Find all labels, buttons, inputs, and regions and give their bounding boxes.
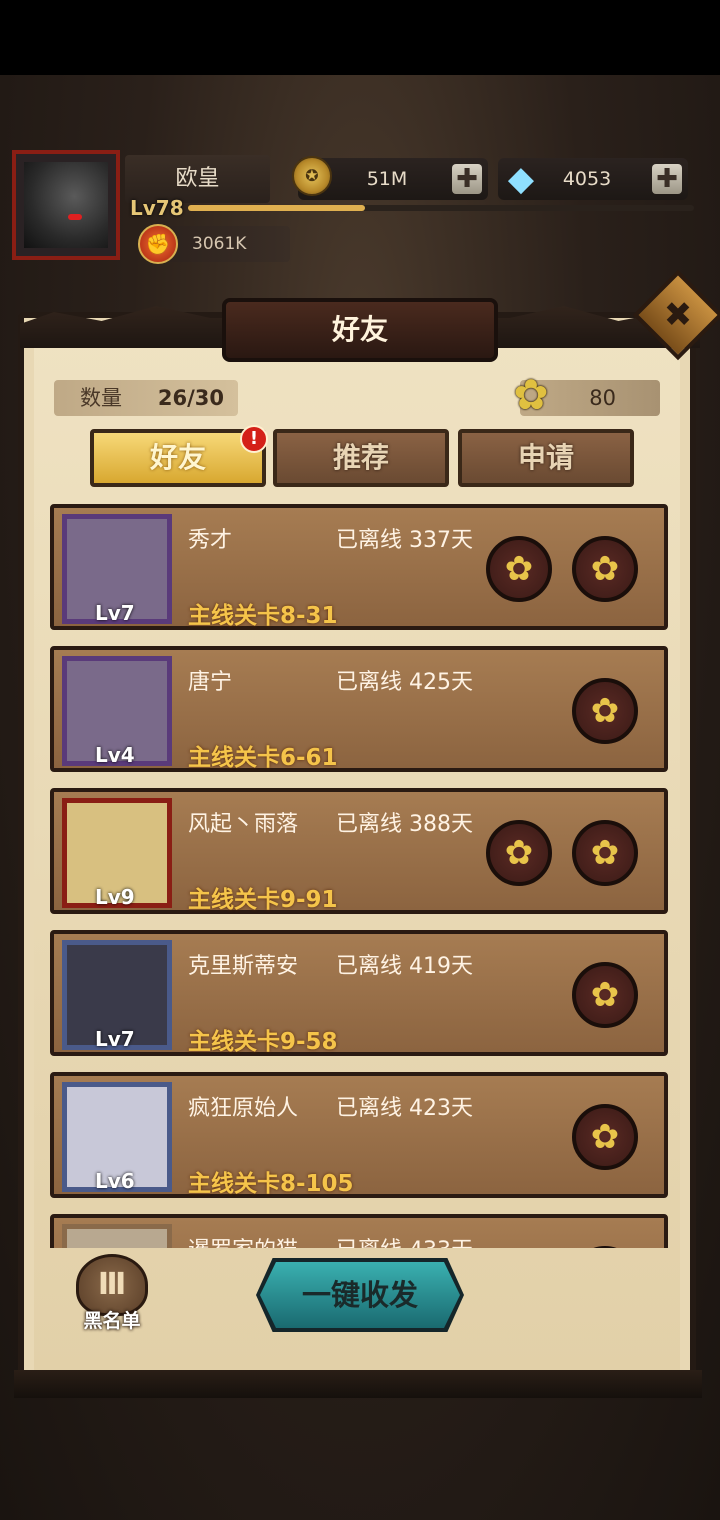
fist-icon: ✊ <box>138 224 178 264</box>
friend-row[interactable]: Lv4 唐宁 已离线 425天 主线关卡6-61 ✿ <box>50 646 668 772</box>
friend-name: 秀才 <box>188 528 233 553</box>
friend-name: 克里斯蒂安 <box>188 954 299 979</box>
friend-count-bar: 数量 26/30 <box>54 380 238 416</box>
coin-icon: ✪ <box>292 156 332 196</box>
send-flower-button[interactable]: ✿ <box>572 962 638 1028</box>
tab-requests[interactable]: 申请 <box>458 429 634 487</box>
friend-stage: 主线关卡8-31 <box>188 603 338 629</box>
friend-name: 疯狂原始人 <box>188 1096 299 1121</box>
send-flower-button[interactable]: ✿ <box>572 1104 638 1170</box>
avatar-eye <box>68 214 82 220</box>
flower-icon: ✿ <box>513 370 549 419</box>
friend-name: 唐宁 <box>188 670 233 695</box>
receive-flower-button[interactable]: ✿ <box>486 820 552 886</box>
blacklist-button[interactable]: Ⅲ 黑名单 <box>72 1254 152 1332</box>
add-gem-button[interactable]: ✚ <box>652 164 682 194</box>
add-gold-button[interactable]: ✚ <box>452 164 482 194</box>
gem-resource-bar: ◆ 4053 ✚ <box>498 158 688 200</box>
friend-row[interactable]: 暹罗家的猫 已离线 433天 <box>50 1214 668 1248</box>
friend-stage: 主线关卡6-61 <box>188 745 338 771</box>
friend-row[interactable]: Lv7 克里斯蒂安 已离线 419天 主线关卡9-58 ✿ <box>50 930 668 1056</box>
flower-count-bar: ✿ 80 <box>513 372 660 418</box>
friend-name: 暹罗家的猫 <box>188 1232 298 1248</box>
friend-name: 风起丶雨落 <box>188 812 299 837</box>
friend-avatar[interactable]: Lv7 <box>62 940 172 1051</box>
player-level: Lv78 <box>130 196 184 220</box>
send-receive-all-button[interactable]: 一键收发 <box>260 1262 460 1328</box>
send-flower-button[interactable]: ✿ <box>572 678 638 744</box>
friend-avatar-level: Lv7 <box>95 1027 135 1051</box>
friend-avatar[interactable]: Lv4 <box>62 656 172 767</box>
friend-avatar-level: Lv7 <box>95 601 135 625</box>
player-avatar[interactable] <box>12 150 120 260</box>
send-flower-button[interactable]: ✿ <box>572 820 638 886</box>
send-flower-button[interactable] <box>572 1246 638 1248</box>
friend-count-value: 26/30 <box>157 386 224 410</box>
friend-row[interactable]: Lv6 疯狂原始人 已离线 423天 主线关卡8-105 ✿ <box>50 1072 668 1198</box>
friend-list[interactable]: Lv7 秀才 已离线 337天 主线关卡8-31 ✿ ✿ Lv4 唐宁 已离线 … <box>50 500 670 1248</box>
flower-count-value: 80 <box>589 386 616 410</box>
friend-avatar-level: Lv4 <box>95 743 135 767</box>
friend-avatar-level: Lv9 <box>95 885 135 909</box>
gem-value: 4053 <box>562 168 612 190</box>
friend-stage: 主线关卡9-91 <box>188 887 338 913</box>
combat-power-value: 3061K <box>192 234 247 254</box>
close-icon[interactable]: ✖ <box>646 283 710 347</box>
friend-avatar-level: Lv6 <box>95 1169 135 1193</box>
friend-avatar[interactable]: Lv7 <box>62 514 172 625</box>
friend-avatar[interactable]: Lv9 <box>62 798 172 909</box>
friend-row[interactable]: Lv9 风起丶雨落 已离线 388天 主线关卡9-91 ✿ ✿ <box>50 788 668 914</box>
friend-offline-status: 已离线 433天 <box>336 1232 473 1248</box>
panel-bottom-trim <box>14 1370 702 1398</box>
notification-badge: ! <box>240 425 268 453</box>
friend-stage: 主线关卡9-58 <box>188 1029 338 1055</box>
gold-resource-bar: ✪ 51M ✚ <box>292 156 488 200</box>
friend-stage: 主线关卡8-105 <box>188 1171 354 1197</box>
friend-avatar[interactable] <box>62 1224 172 1248</box>
friend-offline-status: 已离线 388天 <box>336 812 473 837</box>
friend-offline-status: 已离线 425天 <box>336 670 473 695</box>
friend-offline-status: 已离线 419天 <box>336 954 473 979</box>
friend-avatar[interactable]: Lv6 <box>62 1082 172 1193</box>
blacklist-label: 黑名单 <box>83 1310 141 1332</box>
friend-count-label: 数量 <box>80 386 122 410</box>
xp-progress-bar <box>188 205 694 211</box>
tab-recommended[interactable]: 推荐 <box>273 429 449 487</box>
friend-offline-status: 已离线 337天 <box>336 528 473 553</box>
avatar-portrait <box>24 162 108 248</box>
combat-power-bar: ✊ 3061K <box>138 224 290 264</box>
gem-icon: ◆ <box>507 159 535 199</box>
gold-value: 51M <box>366 168 408 190</box>
send-flower-button[interactable]: ✿ <box>572 536 638 602</box>
friend-offline-status: 已离线 423天 <box>336 1096 473 1121</box>
receive-flower-button[interactable]: ✿ <box>486 536 552 602</box>
xp-progress-fill <box>188 205 366 211</box>
friend-row[interactable]: Lv7 秀才 已离线 337天 主线关卡8-31 ✿ ✿ <box>50 504 668 630</box>
panel-title: 好友 <box>222 298 498 362</box>
